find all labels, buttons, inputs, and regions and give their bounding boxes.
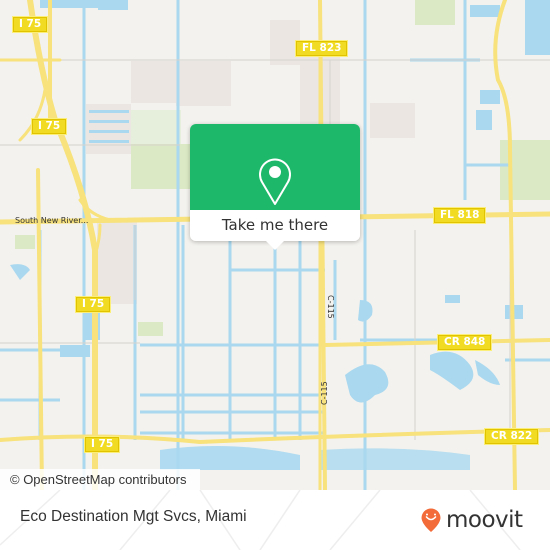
road-shield-i75: I 75 xyxy=(12,16,49,33)
location-popup[interactable]: Take me there xyxy=(190,124,360,250)
road-shield-cr822: CR 822 xyxy=(484,428,540,445)
map-pin-icon xyxy=(259,158,291,205)
road-shield-i75: I 75 xyxy=(31,118,68,135)
place-name: Eco Destination Mgt Svcs, Miami xyxy=(20,508,247,525)
road-label-c115: C-115 xyxy=(320,381,329,405)
popup-pointer xyxy=(266,241,284,250)
road-shield-fl818: FL 818 xyxy=(433,207,487,224)
map-canvas[interactable]: I 75 I 75 I 75 I 75 FL 823 FL 818 CR 848… xyxy=(0,0,550,490)
road-shield-i75: I 75 xyxy=(84,436,121,453)
road-label-south-new-river: South New River... xyxy=(15,216,89,225)
take-me-there-button[interactable]: Take me there xyxy=(190,210,360,241)
road-label-c115: C-115 xyxy=(326,295,335,319)
moovit-pin-icon xyxy=(421,508,441,532)
map-attribution[interactable]: © OpenStreetMap contributors xyxy=(0,469,200,490)
popup-header xyxy=(190,124,360,210)
road-shield-i75: I 75 xyxy=(75,296,112,313)
road-shield-cr848: CR 848 xyxy=(437,334,493,351)
moovit-logo[interactable]: moovit xyxy=(420,505,523,535)
moovit-wordmark: moovit xyxy=(446,507,523,533)
road-shield-fl823: FL 823 xyxy=(295,40,349,57)
